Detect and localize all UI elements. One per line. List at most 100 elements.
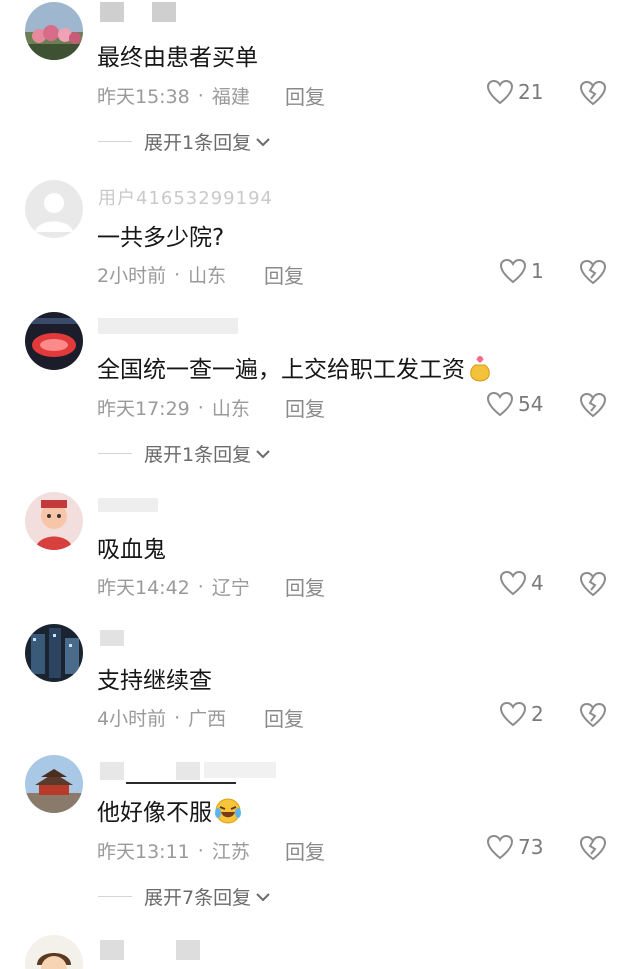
username-redacted bbox=[100, 940, 124, 960]
comment-text: 一共多少院? bbox=[97, 225, 225, 251]
heart-outline-icon bbox=[486, 391, 514, 417]
comment-time: 昨天13:11 bbox=[97, 841, 190, 863]
avatar[interactable] bbox=[25, 755, 83, 813]
chevron-down-icon bbox=[256, 892, 270, 901]
avatar[interactable] bbox=[25, 624, 83, 682]
heart-outline-icon bbox=[499, 701, 527, 727]
comment-meta: 2小时前 · 山东 bbox=[97, 261, 226, 288]
expand-replies-button[interactable]: 展开1条回复 bbox=[98, 440, 271, 467]
username-redacted bbox=[100, 2, 124, 22]
comment-location: 福建 bbox=[211, 86, 250, 108]
meta-separator: · bbox=[174, 263, 181, 286]
username-redacted bbox=[176, 762, 200, 780]
reply-button[interactable]: 回复 bbox=[264, 703, 304, 732]
reply-button[interactable]: 回复 bbox=[285, 81, 325, 110]
like-button[interactable]: 4 bbox=[499, 570, 544, 596]
dislike-button[interactable] bbox=[579, 259, 607, 287]
comment-meta: 昨天17:29 · 山东 bbox=[97, 394, 250, 421]
comment-text: 全国统一查一遍，上交给职工发工资 bbox=[97, 350, 493, 389]
broken-heart-icon bbox=[579, 259, 607, 285]
reply-button[interactable]: 回复 bbox=[285, 393, 325, 422]
chevron-down-icon bbox=[256, 449, 270, 458]
dislike-button[interactable] bbox=[579, 835, 607, 863]
money-bag-emoji bbox=[467, 353, 493, 389]
avatar[interactable] bbox=[25, 2, 83, 60]
like-button[interactable]: 73 bbox=[486, 834, 543, 860]
broken-heart-icon bbox=[579, 392, 607, 418]
comment-meta: 昨天13:11 · 江苏 bbox=[97, 837, 250, 864]
reply-button[interactable]: 回复 bbox=[264, 260, 304, 289]
chevron-down-icon bbox=[256, 137, 270, 146]
laughing-crying-emoji bbox=[214, 797, 242, 831]
broken-heart-icon bbox=[579, 80, 607, 106]
expand-replies-label: 展开1条回复 bbox=[144, 444, 252, 466]
avatar[interactable] bbox=[25, 312, 83, 370]
dislike-button[interactable] bbox=[579, 80, 607, 108]
avatar[interactable] bbox=[25, 492, 83, 550]
comment-location: 山东 bbox=[211, 398, 250, 420]
username-redacted bbox=[98, 498, 158, 512]
dislike-button[interactable] bbox=[579, 571, 607, 599]
like-count: 21 bbox=[518, 80, 544, 104]
comment-text: 他好像不服 bbox=[97, 793, 242, 831]
meta-separator: · bbox=[197, 396, 204, 419]
username-redacted bbox=[176, 940, 200, 960]
expand-replies-label: 展开1条回复 bbox=[144, 132, 252, 154]
comment-time: 2小时前 bbox=[97, 265, 167, 287]
reply-button[interactable]: 回复 bbox=[285, 572, 325, 601]
like-count: 1 bbox=[531, 259, 544, 283]
username-redacted bbox=[152, 2, 176, 22]
comment-meta: 4小时前 · 广西 bbox=[97, 704, 226, 731]
like-count: 73 bbox=[518, 835, 544, 859]
comment-text-body: 他好像不服 bbox=[97, 800, 212, 826]
username[interactable]: 用户41653299194 bbox=[98, 184, 273, 210]
meta-separator: · bbox=[197, 84, 204, 107]
divider bbox=[98, 453, 132, 454]
dislike-button[interactable] bbox=[579, 392, 607, 420]
comment-location: 江苏 bbox=[211, 841, 250, 863]
comment-time: 昨天15:38 bbox=[97, 86, 190, 108]
comment-text-body: 全国统一查一遍，上交给职工发工资 bbox=[97, 357, 465, 383]
username-redacted bbox=[98, 318, 238, 334]
username-redacted bbox=[204, 762, 276, 778]
comment-location: 广西 bbox=[188, 708, 227, 730]
like-button[interactable]: 54 bbox=[486, 391, 543, 417]
comment-text: 支持继续查 bbox=[97, 668, 212, 694]
heart-outline-icon bbox=[499, 258, 527, 284]
comment-time: 昨天14:42 bbox=[97, 577, 190, 599]
avatar[interactable] bbox=[25, 180, 83, 238]
expand-replies-button[interactable]: 展开7条回复 bbox=[98, 883, 271, 910]
like-count: 2 bbox=[531, 702, 544, 726]
divider bbox=[98, 896, 132, 897]
username-redacted bbox=[100, 762, 124, 780]
like-count: 54 bbox=[518, 392, 544, 416]
reply-button[interactable]: 回复 bbox=[285, 836, 325, 865]
broken-heart-icon bbox=[579, 702, 607, 728]
like-button[interactable]: 1 bbox=[499, 258, 544, 284]
comment-location: 辽宁 bbox=[211, 577, 250, 599]
comment-time: 4小时前 bbox=[97, 708, 167, 730]
divider bbox=[98, 141, 132, 142]
like-button[interactable]: 2 bbox=[499, 701, 544, 727]
expand-replies-button[interactable]: 展开1条回复 bbox=[98, 128, 271, 155]
comment-time: 昨天17:29 bbox=[97, 398, 190, 420]
meta-separator: · bbox=[174, 706, 181, 729]
broken-heart-icon bbox=[579, 835, 607, 861]
comment-text: 吸血鬼 bbox=[97, 537, 166, 563]
username-underline bbox=[126, 782, 236, 784]
meta-separator: · bbox=[197, 839, 204, 862]
heart-outline-icon bbox=[486, 79, 514, 105]
avatar[interactable] bbox=[25, 935, 83, 969]
like-count: 4 bbox=[531, 571, 544, 595]
username-redacted bbox=[100, 630, 124, 646]
expand-replies-label: 展开7条回复 bbox=[144, 887, 252, 909]
broken-heart-icon bbox=[579, 571, 607, 597]
like-button[interactable]: 21 bbox=[486, 79, 543, 105]
dislike-button[interactable] bbox=[579, 702, 607, 730]
heart-outline-icon bbox=[499, 570, 527, 596]
comment-location: 山东 bbox=[188, 265, 227, 287]
comment-meta: 昨天15:38 · 福建 bbox=[97, 82, 250, 109]
comment-meta: 昨天14:42 · 辽宁 bbox=[97, 573, 250, 600]
comment-text: 最终由患者买单 bbox=[97, 45, 258, 71]
heart-outline-icon bbox=[486, 834, 514, 860]
